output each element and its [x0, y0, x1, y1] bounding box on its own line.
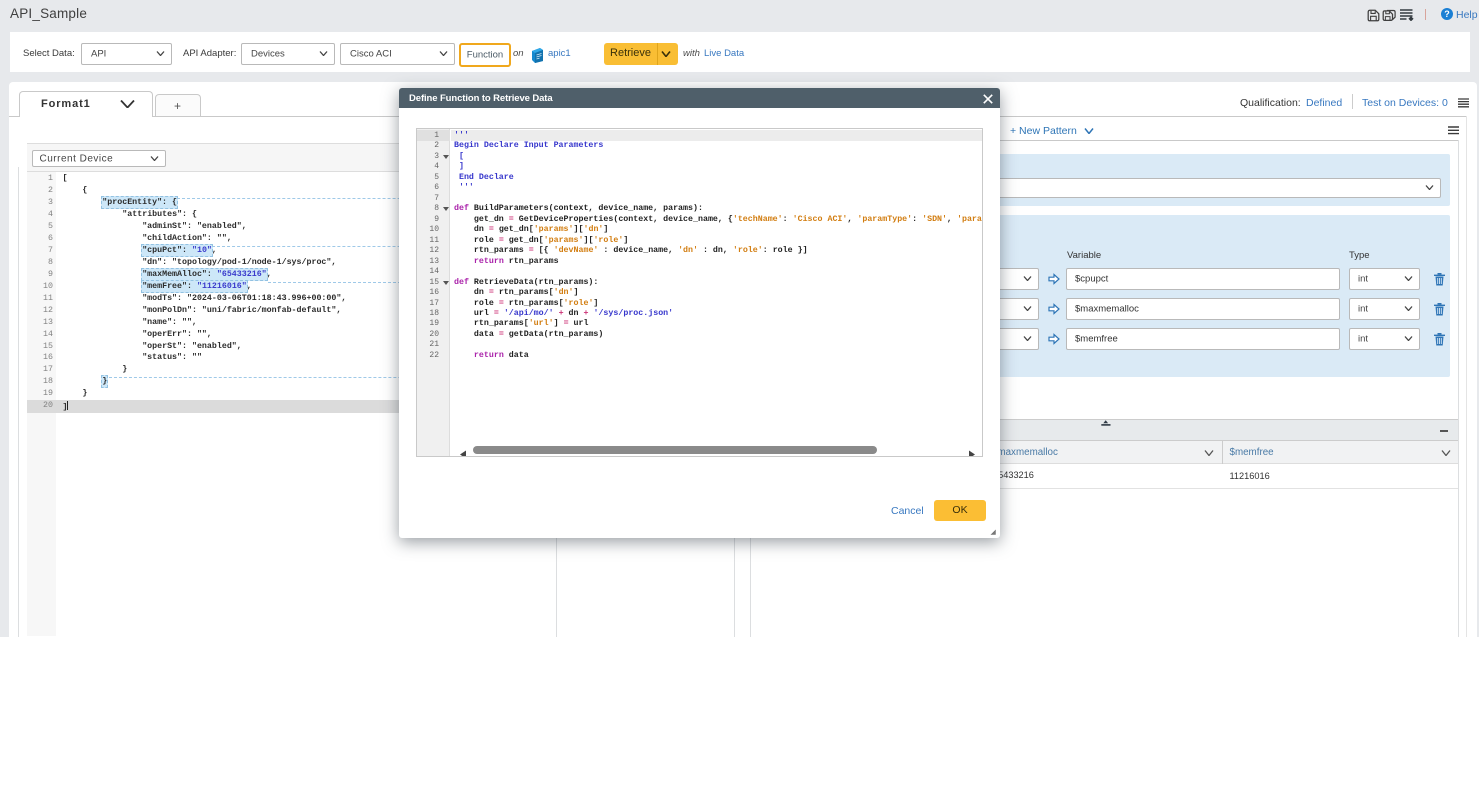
- svg-text:?: ?: [1444, 9, 1450, 19]
